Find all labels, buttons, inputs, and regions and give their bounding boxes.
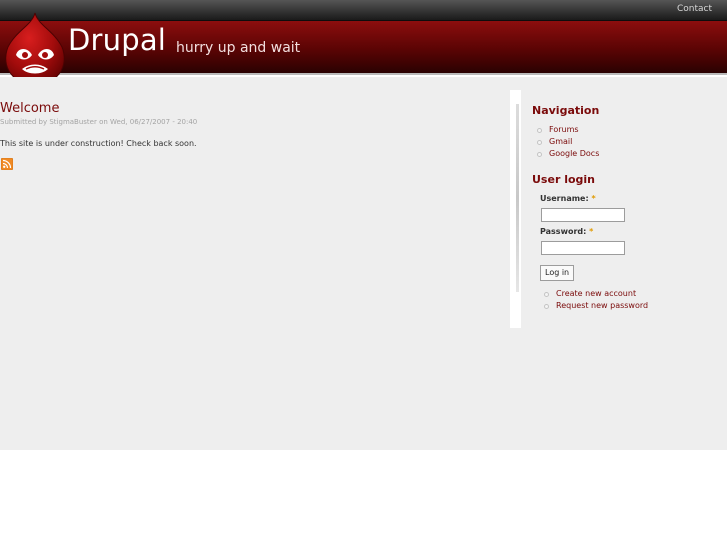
password-label: Password: * <box>540 227 722 237</box>
login-links: Create new account Request new password <box>540 288 722 312</box>
required-marker: * <box>591 194 596 203</box>
sidebar: Navigation Forums Gmail Google Docs User… <box>532 104 722 312</box>
bullet-icon <box>537 128 542 133</box>
username-label-text: Username: <box>540 194 589 203</box>
divider-shadow <box>516 104 519 292</box>
username-input[interactable] <box>541 208 625 222</box>
bullet-icon <box>544 304 549 309</box>
bullet-icon <box>537 152 542 157</box>
column-divider <box>510 90 521 328</box>
request-password-link[interactable]: Request new password <box>556 301 648 310</box>
username-label: Username: * <box>540 194 722 204</box>
login-form: Username: * Password: * Log in Create ne… <box>532 194 722 312</box>
bullet-icon <box>537 140 542 145</box>
node-title[interactable]: Welcome <box>0 101 505 117</box>
required-marker: * <box>589 227 594 236</box>
submitted-info: Submitted by StigmaBuster on Wed, 06/27/… <box>0 118 198 126</box>
site-name[interactable]: Drupal <box>68 23 166 57</box>
nav-item-google-docs: Google Docs <box>532 148 722 160</box>
login-button[interactable]: Log in <box>540 265 575 281</box>
drupal-drop-icon[interactable] <box>2 11 68 87</box>
nav-item-gmail: Gmail <box>532 136 722 148</box>
site-header: Drupal hurry up and wait <box>0 12 727 86</box>
user-login-block: User login Username: * Password: * Log i… <box>532 173 722 312</box>
contact-link[interactable]: Contact <box>677 4 712 14</box>
main-area: Welcome Submitted by StigmaBuster on Wed… <box>0 77 727 450</box>
node-body: This site is under construction! Check b… <box>0 139 197 148</box>
nav-link-google-docs[interactable]: Google Docs <box>549 149 599 158</box>
nav-link-forums[interactable]: Forums <box>549 125 579 134</box>
top-bar: Contact <box>0 0 727 21</box>
password-input[interactable] <box>541 241 625 255</box>
create-account-item: Create new account <box>540 288 722 300</box>
navigation-block: Navigation Forums Gmail Google Docs <box>532 104 722 160</box>
user-login-title: User login <box>532 173 595 186</box>
nav-link-gmail[interactable]: Gmail <box>549 137 572 146</box>
main-content: Welcome Submitted by StigmaBuster on Wed… <box>0 101 505 150</box>
navigation-list: Forums Gmail Google Docs <box>532 124 722 160</box>
rss-feed-icon[interactable] <box>1 158 13 170</box>
create-account-link[interactable]: Create new account <box>556 289 636 298</box>
navigation-title: Navigation <box>532 104 600 117</box>
site-slogan: hurry up and wait <box>176 40 301 56</box>
request-password-item: Request new password <box>540 300 722 312</box>
nav-item-forums: Forums <box>532 124 722 136</box>
password-label-text: Password: <box>540 227 587 236</box>
bullet-icon <box>544 292 549 297</box>
